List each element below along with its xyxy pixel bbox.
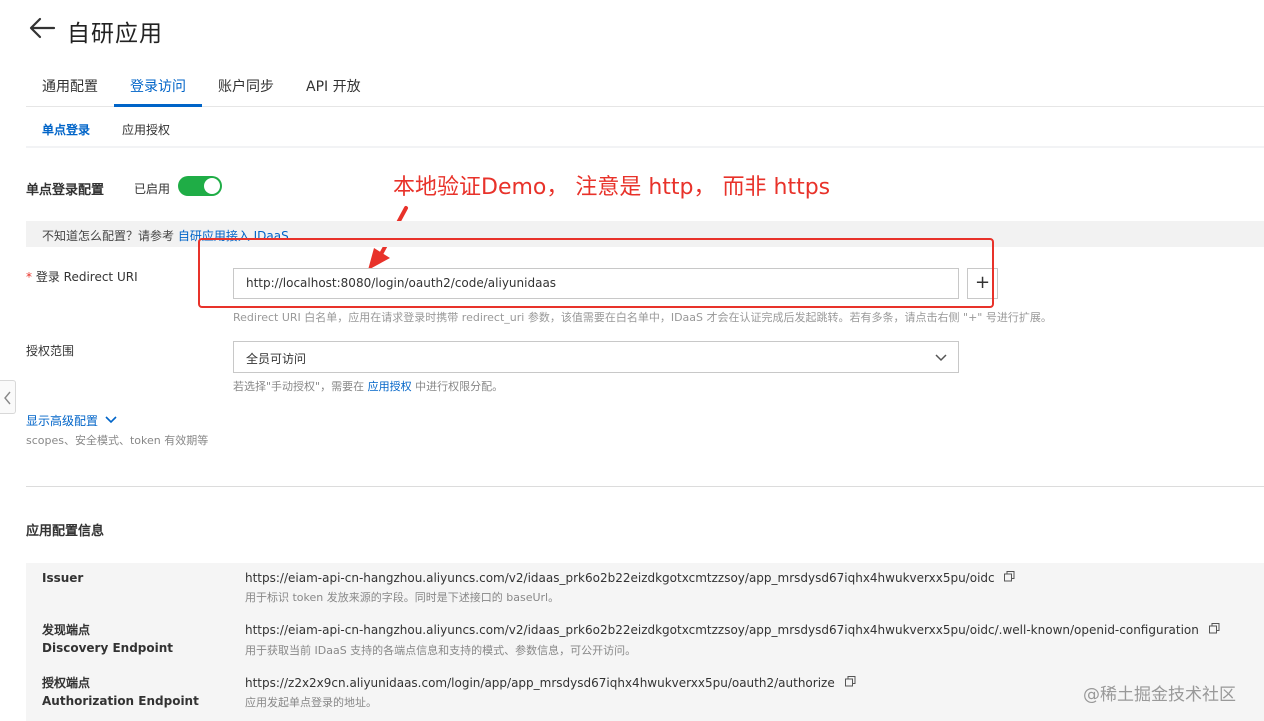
chevron-down-icon[interactable] xyxy=(104,414,118,426)
chevron-left-icon xyxy=(4,391,11,405)
discovery-label: 发现端点 Discovery Endpoint xyxy=(42,621,173,657)
issuer-url-text: https://eiam-api-cn-hangzhou.aliyuncs.co… xyxy=(245,571,995,585)
redirect-uri-label: * 登录 Redirect URI xyxy=(26,268,138,285)
tabs-divider xyxy=(26,106,1264,107)
sidebar-collapse-handle[interactable] xyxy=(0,380,16,414)
authorization-desc: 应用发起单点登录的地址。 xyxy=(245,696,377,709)
sso-config-title: 单点登录配置 xyxy=(26,183,105,198)
redirect-uri-help: Redirect URI 白名单，应用在请求登录时携带 redirect_uri… xyxy=(233,311,1052,324)
discovery-label-cn: 发现端点 xyxy=(42,623,91,637)
annotation-highlight-box xyxy=(198,238,994,308)
subtab-divider xyxy=(26,146,1264,148)
active-tab-indicator xyxy=(114,104,202,107)
issuer-label: Issuer xyxy=(42,571,84,585)
annotation-text: 本地验证Demo， 注意是 http， 而非 https xyxy=(393,175,831,200)
chevron-down-icon xyxy=(935,354,947,362)
subtab-sso[interactable]: 单点登录 xyxy=(42,121,90,138)
toggle-knob xyxy=(204,178,220,194)
issuer-desc: 用于标识 token 发放来源的字段。同时是下述接口的 baseUrl。 xyxy=(245,591,560,604)
authorization-label: 授权端点 Authorization Endpoint xyxy=(42,674,199,710)
scope-help-suffix: 中进行权限分配。 xyxy=(411,380,504,393)
section-divider xyxy=(26,486,1264,487)
app-info-title: 应用配置信息 xyxy=(26,524,105,539)
show-advanced-link[interactable]: 显示高级配置 xyxy=(26,412,98,429)
redirect-uri-label-text: 登录 Redirect URI xyxy=(35,270,138,284)
required-mark: * xyxy=(26,270,32,284)
tab-api[interactable]: API 开放 xyxy=(306,76,361,96)
advanced-desc: scopes、安全模式、token 有效期等 xyxy=(26,434,209,447)
tab-login-access[interactable]: 登录访问 xyxy=(130,76,186,96)
copy-icon[interactable] xyxy=(1004,571,1015,582)
scope-select[interactable]: 全员可访问 xyxy=(233,341,959,373)
authorization-url: https://z2x2x9cn.aliyunidaas.com/login/a… xyxy=(245,676,856,690)
copy-icon[interactable] xyxy=(1208,623,1220,634)
discovery-url: https://eiam-api-cn-hangzhou.aliyuncs.co… xyxy=(245,623,1220,637)
discovery-desc: 用于获取当前 IDaaS 支持的各端点信息和支持的模式、参数信息，可公开访问。 xyxy=(245,644,637,657)
discovery-url-text: https://eiam-api-cn-hangzhou.aliyuncs.co… xyxy=(245,623,1199,637)
sso-toggle[interactable] xyxy=(178,176,222,196)
watermark: @稀土掘金技术社区 xyxy=(1083,685,1236,705)
scope-label: 授权范围 xyxy=(26,344,75,358)
authorization-url-text: https://z2x2x9cn.aliyunidaas.com/login/a… xyxy=(245,676,835,690)
scope-help-link[interactable]: 应用授权 xyxy=(368,380,412,393)
authorization-label-en: Authorization Endpoint xyxy=(42,694,199,708)
issuer-url: https://eiam-api-cn-hangzhou.aliyuncs.co… xyxy=(245,571,1015,585)
tab-general[interactable]: 通用配置 xyxy=(42,76,98,96)
scope-help-prefix: 若选择"手动授权"，需要在 xyxy=(233,380,368,393)
tab-account-sync[interactable]: 账户同步 xyxy=(218,76,274,96)
page-title: 自研应用 xyxy=(67,21,163,47)
subtab-app-authorization[interactable]: 应用授权 xyxy=(122,121,170,138)
scope-selected-value: 全员可访问 xyxy=(246,352,307,366)
app-info-table: Issuer https://eiam-api-cn-hangzhou.aliy… xyxy=(26,563,1264,721)
authorization-label-cn: 授权端点 xyxy=(42,676,91,690)
discovery-label-en: Discovery Endpoint xyxy=(42,641,174,655)
scope-help: 若选择"手动授权"，需要在 应用授权 中进行权限分配。 xyxy=(233,378,503,394)
sso-status-label: 已启用 xyxy=(134,182,171,196)
back-arrow-icon[interactable] xyxy=(28,16,56,40)
copy-icon[interactable] xyxy=(844,676,856,687)
hint-prefix: 不知道怎么配置？请参考 xyxy=(42,229,178,243)
